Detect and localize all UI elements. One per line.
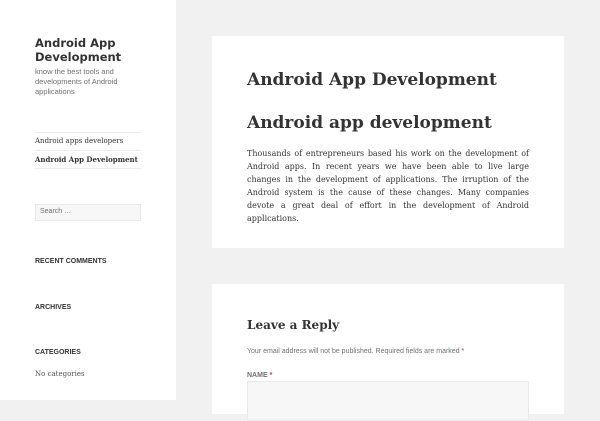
comment-form-card: Leave a Reply Your email address will no… <box>212 284 564 421</box>
menu-item-android-apps-developers[interactable]: Android apps developers <box>35 133 141 151</box>
site-description: know the best tools and developments of … <box>35 67 118 96</box>
name-label: Name * <box>247 372 272 379</box>
site-title[interactable]: Android App Development <box>35 36 155 64</box>
reply-note: Your email address will not be published… <box>247 348 464 355</box>
reply-note-text: Your email address will not be published… <box>247 348 460 355</box>
widget-title-recent-comments: Recent Comments <box>35 258 107 265</box>
widget-title-archives: Archives <box>35 304 72 311</box>
menu-item-android-app-development[interactable]: Android App Development <box>35 151 141 169</box>
search-input[interactable]: Search … <box>35 204 141 221</box>
no-categories-text: No categories <box>35 370 85 378</box>
post-card: Android App Development Android app deve… <box>212 36 564 248</box>
post-title: Android App Development <box>247 70 497 90</box>
required-mark: * <box>461 348 465 355</box>
name-label-text: Name <box>247 372 268 379</box>
post-heading: Android app development <box>247 113 492 133</box>
post-body: Thousands of entrepreneurs based his wor… <box>247 149 529 223</box>
name-required-mark: * <box>269 372 273 379</box>
nav-menu: Android apps developers Android App Deve… <box>35 132 141 169</box>
widget-title-categories: Categories <box>35 349 81 356</box>
sidebar: Android App Development know the best to… <box>0 0 176 400</box>
reply-title: Leave a Reply <box>247 318 340 332</box>
name-input[interactable] <box>247 381 529 421</box>
